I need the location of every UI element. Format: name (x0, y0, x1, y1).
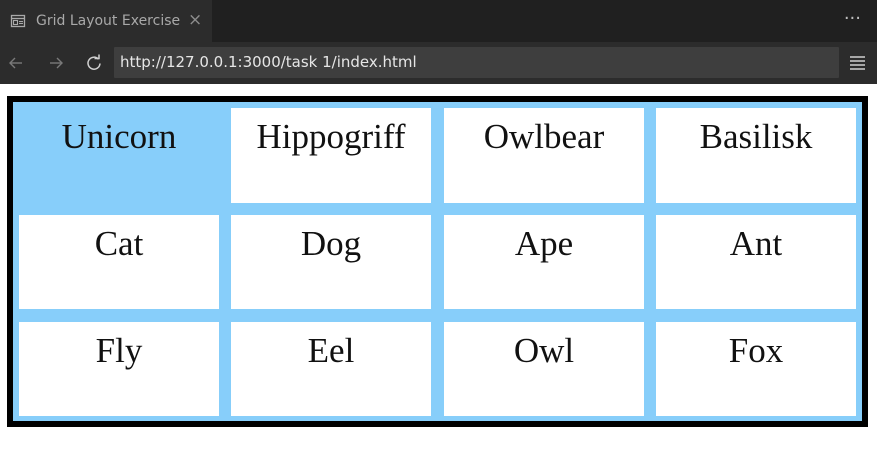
address-bar[interactable]: http://127.0.0.1:3000/task 1/index.html (114, 47, 839, 78)
tab-title: Grid Layout Exercise (36, 13, 181, 29)
forward-button[interactable] (45, 42, 67, 84)
arrow-left-icon (9, 57, 22, 69)
grid-cell: Owl (444, 322, 644, 416)
grid-cell-label: Basilisk (699, 117, 813, 156)
tab-close-icon[interactable]: × (188, 0, 202, 42)
url-text[interactable]: http://127.0.0.1:3000/task 1/index.html (120, 47, 417, 78)
grid-cell-label: Unicorn (61, 117, 177, 156)
grid-cell-label: Dog (300, 224, 362, 263)
grid-cell-label: Cat (94, 224, 144, 263)
grid-cell: Ape (444, 215, 644, 309)
grid-cell-label: Ape (514, 224, 574, 263)
grid-cell: Cat (19, 215, 219, 309)
reload-icon (87, 54, 101, 70)
grid-cell-label: Fly (95, 331, 143, 370)
grid-cell: Fly (19, 322, 219, 416)
grid-cell: Ant (656, 215, 856, 309)
grid-cell: Unicorn (19, 108, 219, 203)
grid-cell-label: Eel (307, 331, 355, 370)
grid-cell-label: Hippogriff (256, 117, 406, 156)
navigation-toolbar: http://127.0.0.1:3000/task 1/index.html (0, 42, 877, 84)
grid-cell-label: Fox (728, 331, 784, 370)
hamburger-menu-icon[interactable] (849, 54, 866, 72)
more-options-icon[interactable]: ··· (844, 0, 861, 42)
grid-cell: Eel (231, 322, 431, 416)
page-viewport: Unicorn Hippogriff Owlbear Basilisk Cat … (0, 84, 877, 474)
grid-cell: Hippogriff (231, 108, 431, 203)
grid-cell: Basilisk (656, 108, 856, 203)
reload-button[interactable] (83, 42, 105, 84)
grid-cell-label: Owlbear (483, 117, 605, 156)
grid-cell: Owlbear (444, 108, 644, 203)
back-button[interactable] (5, 42, 27, 84)
creature-grid: Unicorn Hippogriff Owlbear Basilisk Cat … (7, 96, 868, 427)
arrow-right-icon (50, 57, 63, 69)
browser-tab-icon (10, 14, 26, 28)
grid-cell-label: Ant (729, 224, 783, 263)
grid-cell: Dog (231, 215, 431, 309)
tab-bar: Grid Layout Exercise × ··· (0, 0, 877, 42)
browser-tab[interactable]: Grid Layout Exercise × (0, 0, 212, 42)
grid-cell-label: Owl (513, 331, 575, 370)
grid-cell: Fox (656, 322, 856, 416)
